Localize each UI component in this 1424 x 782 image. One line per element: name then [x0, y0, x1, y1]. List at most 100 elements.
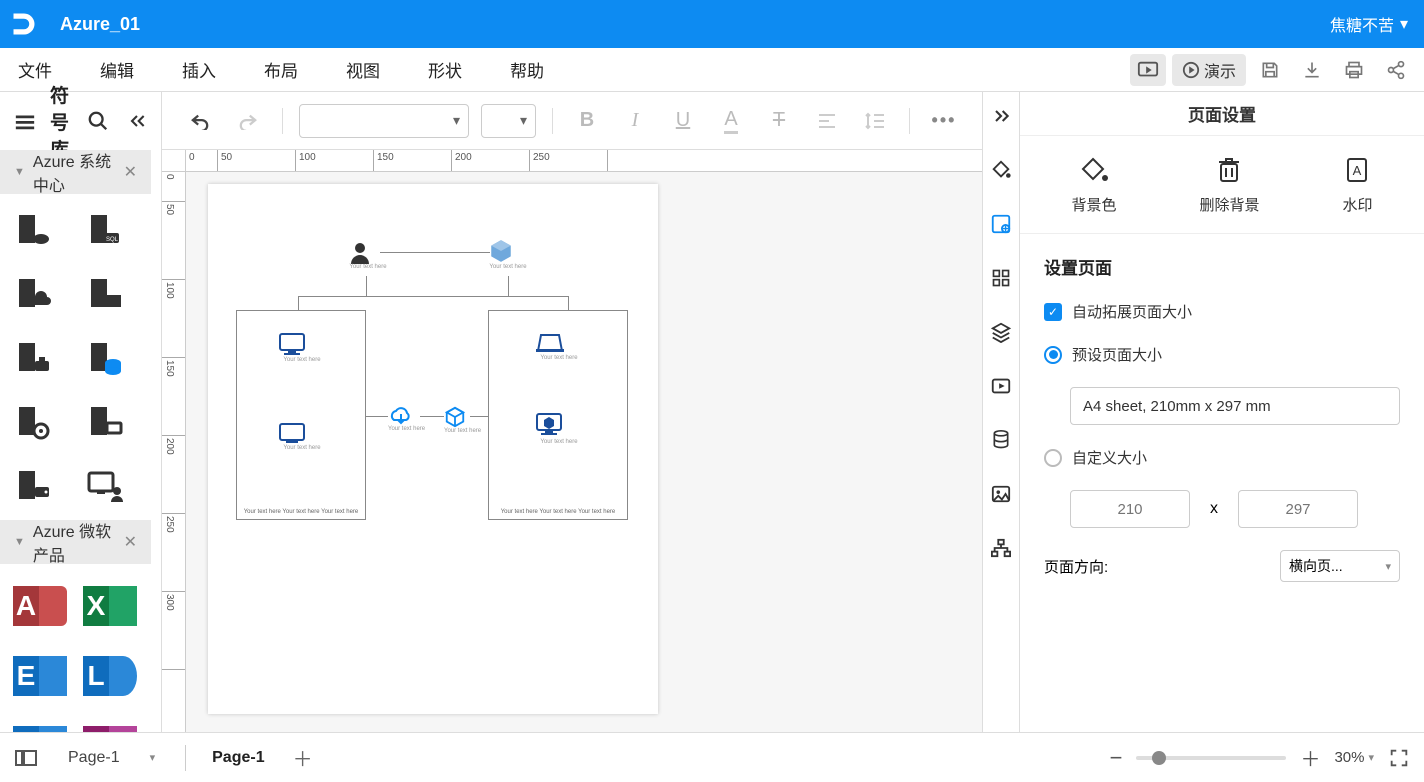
- server-files-icon[interactable]: [82, 270, 128, 316]
- height-input[interactable]: [1238, 490, 1358, 528]
- redo-button[interactable]: [230, 104, 266, 138]
- monitor-user-icon[interactable]: [82, 462, 128, 508]
- text-color-button[interactable]: A: [713, 104, 749, 138]
- image-tool-icon[interactable]: [983, 478, 1019, 510]
- menu-insert[interactable]: 插入: [176, 53, 222, 86]
- expand-strip-icon[interactable]: [983, 100, 1019, 132]
- category-azure-ms-products[interactable]: ▼ Azure 微软产品 ✕: [0, 520, 151, 564]
- access-icon[interactable]: A: [12, 580, 68, 632]
- print-icon-button[interactable]: [1336, 54, 1372, 86]
- watermark-action[interactable]: A 水印: [1342, 156, 1372, 215]
- box-footer: Your text here Your text here Your text …: [489, 509, 627, 515]
- document-title[interactable]: Azure_01: [60, 14, 140, 35]
- close-category-icon[interactable]: ✕: [124, 162, 137, 182]
- statusbar: Page-1 ▾ Page-1 ＋ − ＋ 30% ▾: [0, 732, 1424, 782]
- align-button[interactable]: [809, 104, 845, 138]
- page-selector[interactable]: Page-1 ▾: [56, 745, 167, 771]
- menu-layout[interactable]: 布局: [258, 53, 304, 86]
- project-icon[interactable]: P: [82, 720, 138, 732]
- node-label: Your text here: [488, 264, 528, 270]
- custom-size-radio[interactable]: 自定义大小: [1044, 447, 1400, 468]
- delete-background-action[interactable]: 删除背景: [1199, 156, 1259, 215]
- menu-shape[interactable]: 形状: [422, 53, 468, 86]
- present-label: 演示: [1204, 58, 1236, 82]
- add-page-button[interactable]: ＋: [291, 746, 315, 770]
- fullscreen-icon[interactable]: [1388, 747, 1410, 769]
- underline-button[interactable]: U: [665, 104, 701, 138]
- category-azure-system-center[interactable]: ▼ Azure 系统中心 ✕: [0, 150, 151, 194]
- server-icon[interactable]: [10, 206, 56, 252]
- menubar: 文件 编辑 插入 布局 视图 形状 帮助 演示: [0, 48, 1424, 92]
- width-input[interactable]: [1070, 490, 1190, 528]
- right-tool-strip: [982, 92, 1019, 732]
- bold-button[interactable]: B: [569, 104, 605, 138]
- play-frame-tool-icon[interactable]: [983, 370, 1019, 402]
- server-cloud-icon[interactable]: [10, 270, 56, 316]
- auto-expand-checkbox[interactable]: ✓ 自动拓展页面大小: [1044, 301, 1400, 322]
- chevron-down-icon: ▼: [14, 166, 25, 178]
- more-format-button[interactable]: •••: [926, 104, 962, 138]
- shape-library-sidebar: 符号库 ▼ Azure 系统中心 ✕: [0, 92, 162, 732]
- line-spacing-button[interactable]: [857, 104, 893, 138]
- page-setup-tool-icon[interactable]: [983, 208, 1019, 240]
- page-selector-label: Page-1: [68, 749, 120, 767]
- menu-edit[interactable]: 编辑: [94, 53, 140, 86]
- save-icon-button[interactable]: [1252, 54, 1288, 86]
- page-layout-icon[interactable]: [14, 748, 38, 768]
- italic-button[interactable]: I: [617, 104, 653, 138]
- server-db-blue-icon[interactable]: [82, 334, 128, 380]
- zoom-slider[interactable]: [1136, 756, 1286, 760]
- preset-size-radio[interactable]: 预设页面大小: [1044, 344, 1400, 365]
- server-briefcase-icon[interactable]: [10, 334, 56, 380]
- slideshow-icon-button[interactable]: [1130, 54, 1166, 86]
- app-logo: [8, 8, 40, 40]
- server-sql-icon[interactable]: SQL: [82, 206, 128, 252]
- panel-title: 页面设置: [1020, 92, 1424, 136]
- outlook-icon[interactable]: O: [12, 720, 68, 732]
- box-footer: Your text here Your text here Your text …: [237, 509, 365, 515]
- checkbox-label: 自动拓展页面大小: [1072, 301, 1192, 322]
- orientation-select[interactable]: 横向页... ▾: [1280, 550, 1400, 582]
- select-value: 横向页...: [1289, 556, 1343, 576]
- zoom-out-button[interactable]: −: [1110, 745, 1123, 771]
- menu-help[interactable]: 帮助: [504, 53, 550, 86]
- lync-icon[interactable]: L: [82, 650, 138, 702]
- action-label: 删除背景: [1199, 194, 1259, 215]
- search-icon[interactable]: [87, 110, 109, 132]
- zoom-in-button[interactable]: ＋: [1300, 743, 1320, 772]
- zoom-level-display[interactable]: 30% ▾: [1334, 749, 1374, 766]
- category-label: Azure 系统中心: [33, 150, 124, 196]
- canvas-page[interactable]: Your text here Your text here: [208, 184, 658, 714]
- present-button[interactable]: 演示: [1172, 54, 1246, 86]
- fill-tool-icon[interactable]: [983, 154, 1019, 186]
- collapse-sidebar-icon[interactable]: [127, 111, 147, 131]
- server-tablet-icon[interactable]: [10, 462, 56, 508]
- background-color-action[interactable]: 背景色: [1071, 156, 1116, 215]
- preset-size-select[interactable]: A4 sheet, 210mm x 297 mm: [1070, 387, 1400, 425]
- svg-text:SQL: SQL: [106, 237, 119, 243]
- exchange-icon[interactable]: E: [12, 650, 68, 702]
- ruler-vertical: 0 50 100 150 200 250 300: [162, 172, 186, 732]
- font-size-select[interactable]: ▾: [481, 104, 536, 138]
- server-gear-icon[interactable]: [10, 398, 56, 444]
- user-menu[interactable]: 焦糖不苦 ▾: [1330, 12, 1408, 36]
- font-family-select[interactable]: ▾: [299, 104, 469, 138]
- node-label: Your text here: [444, 428, 480, 434]
- chevron-down-icon: ▾: [1368, 751, 1374, 764]
- menu-view[interactable]: 视图: [340, 53, 386, 86]
- undo-button[interactable]: [182, 104, 218, 138]
- server-monitor-icon[interactable]: [82, 398, 128, 444]
- download-icon-button[interactable]: [1294, 54, 1330, 86]
- grid-tool-icon[interactable]: [983, 262, 1019, 294]
- close-category-icon[interactable]: ✕: [124, 532, 137, 552]
- excel-icon[interactable]: X: [82, 580, 138, 632]
- strikethrough-button[interactable]: T: [761, 104, 797, 138]
- layers-tool-icon[interactable]: [983, 316, 1019, 348]
- node-label: Your text here: [277, 445, 327, 451]
- canvas-viewport[interactable]: 0 50 100 150 200 250 0 50 100 150 200 25…: [162, 150, 982, 732]
- page-tab[interactable]: Page-1: [204, 745, 272, 771]
- hierarchy-tool-icon[interactable]: [983, 532, 1019, 564]
- share-icon-button[interactable]: [1378, 54, 1414, 86]
- action-label: 背景色: [1071, 194, 1116, 215]
- database-tool-icon[interactable]: [983, 424, 1019, 456]
